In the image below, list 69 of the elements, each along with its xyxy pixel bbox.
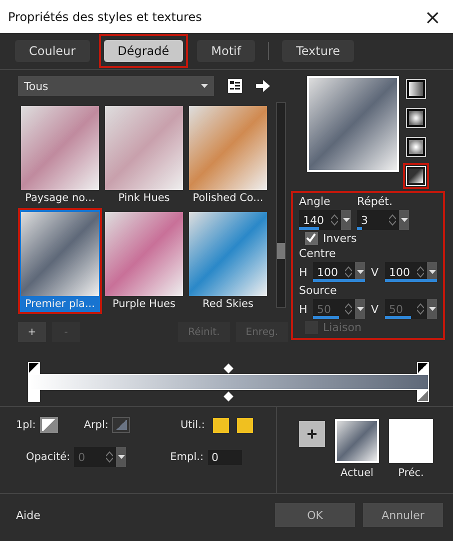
color-stop-marker[interactable] <box>417 362 429 374</box>
foreground-label: 1pl: <box>16 419 36 431</box>
spin-arrows-icon[interactable] <box>417 266 424 278</box>
axis-label: V <box>371 302 379 316</box>
add-button[interactable]: + <box>18 322 46 342</box>
gradient-preset[interactable]: Pink Hues <box>104 104 184 206</box>
swatch-label: Préc. <box>398 467 424 479</box>
checkbox-label: Liaison <box>323 321 362 334</box>
spin-arrows-icon[interactable] <box>331 214 338 226</box>
category-dropdown[interactable]: Tous <box>18 76 214 96</box>
midpoint-marker[interactable] <box>224 363 234 373</box>
window-title: Propriétés des styles et textures <box>8 10 202 24</box>
spin-arrows-icon[interactable] <box>345 266 352 278</box>
gradient-style-button[interactable] <box>406 137 426 157</box>
axis-label: V <box>371 266 379 278</box>
cancel-button[interactable]: Annuler <box>363 503 443 527</box>
center-v-field[interactable]: 100 <box>385 262 437 282</box>
gradient-preset[interactable]: Premier pla... <box>20 210 100 312</box>
add-swatch-button[interactable]: + <box>299 421 325 447</box>
current-swatch <box>335 419 379 463</box>
gradient-style-button[interactable] <box>406 108 426 128</box>
tab[interactable]: Texture <box>282 40 354 62</box>
ok-button[interactable]: OK <box>275 503 355 527</box>
location-field[interactable]: 0 <box>208 450 242 464</box>
background-swatch[interactable] <box>112 417 130 433</box>
field-label: Angle <box>299 195 332 208</box>
dropdown-arrow-icon[interactable] <box>428 270 436 274</box>
section-label: Source <box>299 284 338 297</box>
dropdown-arrow-icon[interactable] <box>356 270 364 274</box>
background-label: Arpl: <box>84 419 108 431</box>
dropdown-arrow-icon[interactable] <box>342 218 350 222</box>
tab[interactable]: Couleur <box>15 40 90 62</box>
arrow-right-icon[interactable] <box>256 80 270 92</box>
gradient-preset[interactable]: Paysage no... <box>20 104 100 206</box>
axis-label: H <box>299 266 307 278</box>
tab[interactable]: Motif <box>197 40 256 62</box>
gradient-style-button[interactable] <box>406 79 426 99</box>
color-stop-marker[interactable] <box>28 362 40 374</box>
gradient-preset[interactable]: Purple Hues <box>104 210 184 312</box>
opacity-stop-marker[interactable] <box>417 390 429 402</box>
foreground-swatch[interactable] <box>40 417 58 433</box>
gradient-preset[interactable]: Polished Co... <box>188 104 268 206</box>
axis-label: H <box>299 302 307 316</box>
color-swatch[interactable] <box>236 418 253 432</box>
spin-arrows-icon[interactable] <box>389 214 396 226</box>
dropdown-arrow-icon[interactable] <box>400 218 408 222</box>
location-label: Empl.: <box>170 451 204 463</box>
section-label: Centre <box>299 247 337 260</box>
color-swatch[interactable] <box>212 418 229 432</box>
close-button[interactable]: × <box>420 4 445 28</box>
previous-swatch <box>389 419 433 463</box>
dropdown-arrow-icon[interactable] <box>201 84 208 88</box>
checkbox-label: Invers <box>323 232 357 245</box>
repeat-field[interactable]: 3 <box>357 210 409 230</box>
opacity-label: Opacité: <box>26 451 70 463</box>
checkbox[interactable] <box>305 232 318 245</box>
tab[interactable]: Dégradé <box>104 40 184 62</box>
midpoint-marker[interactable] <box>224 391 234 401</box>
gradient-bar[interactable] <box>28 374 429 390</box>
list-icon[interactable] <box>228 79 242 93</box>
gradient-preset[interactable]: Red Skies <box>188 210 268 312</box>
field-label: Répét. <box>357 195 394 208</box>
swatch-label: Actuel <box>340 467 374 479</box>
scrollbar[interactable] <box>276 102 286 308</box>
opacity-stop-marker[interactable] <box>28 390 40 402</box>
used-colors-label: Util.: <box>180 419 205 431</box>
help-link[interactable]: Aide <box>16 508 40 522</box>
center-h-field[interactable]: 100 <box>313 262 365 282</box>
angle-field[interactable]: 140 <box>299 210 351 230</box>
